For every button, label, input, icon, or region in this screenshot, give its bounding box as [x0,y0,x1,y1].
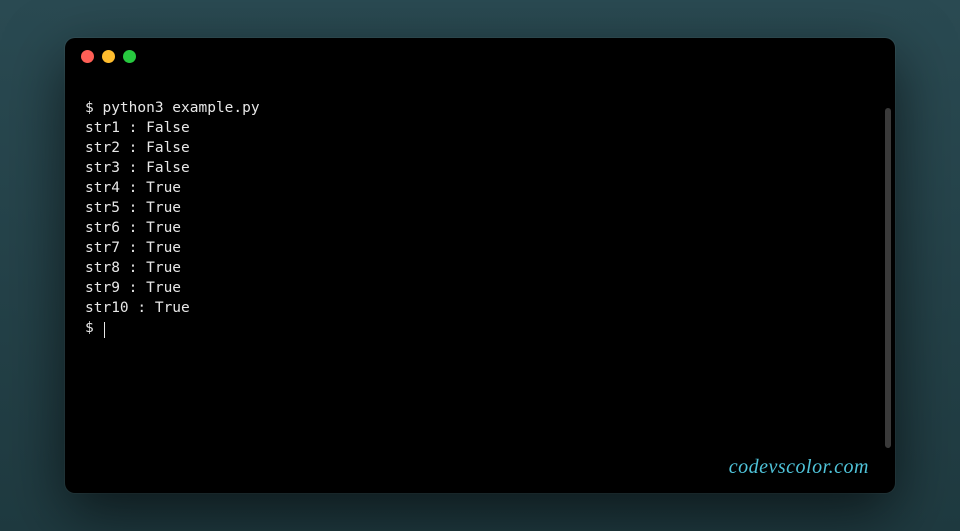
output-line: str8 : True [85,260,181,276]
output-line: str9 : True [85,280,181,296]
output-line: str2 : False [85,140,190,156]
output-line: str10 : True [85,300,190,316]
scrollbar[interactable] [885,108,891,448]
output-line: str3 : False [85,160,190,176]
output-line: str5 : True [85,200,181,216]
terminal-window: $ python3 example.py str1 : False str2 :… [65,38,895,493]
output-line: str6 : True [85,220,181,236]
cursor-icon [104,322,105,338]
minimize-icon[interactable] [102,50,115,63]
maximize-icon[interactable] [123,50,136,63]
watermark-text: codevscolor.com [729,456,869,479]
output-line: str1 : False [85,120,190,136]
prompt: $ [85,100,94,116]
titlebar [65,38,895,74]
close-icon[interactable] [81,50,94,63]
terminal-body[interactable]: $ python3 example.py str1 : False str2 :… [65,74,895,493]
output-line: str4 : True [85,180,181,196]
output-line: str7 : True [85,240,181,256]
prompt: $ [85,320,94,336]
command-text: python3 example.py [102,100,259,116]
